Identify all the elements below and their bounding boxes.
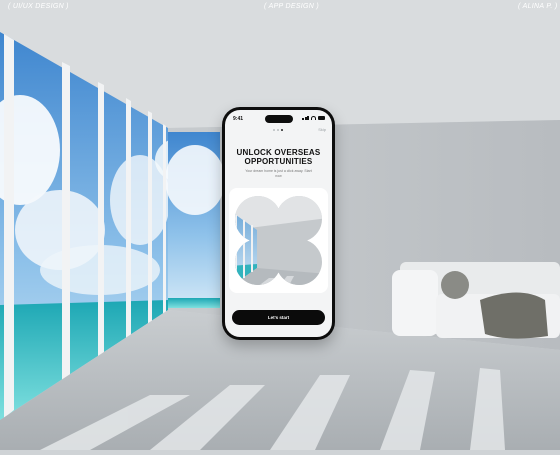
- dynamic-island: [265, 115, 293, 123]
- wifi-icon: [311, 116, 316, 120]
- phone-mockup: 9:41 Skip UNLOCK OVERSEAS OPPORTUNITIES …: [222, 107, 335, 340]
- lets-start-button[interactable]: Let's start: [232, 310, 325, 325]
- page-indicator: [273, 129, 283, 131]
- signal-icon: [302, 116, 309, 120]
- page-dot: [273, 129, 275, 131]
- category-label-uiux: ( UI/UX DESIGN ): [8, 3, 69, 10]
- status-time: 9:41: [233, 116, 244, 122]
- author-label: ( ALINA P. ): [518, 3, 558, 10]
- title-line-1: UNLOCK OVERSEAS: [236, 148, 321, 157]
- onboarding-subtitle: Your dream home is just a click away. St…: [245, 169, 312, 178]
- page-dot: [277, 129, 279, 131]
- page-dot-active: [281, 129, 283, 131]
- status-icons: [302, 116, 325, 120]
- skip-button[interactable]: Skip: [318, 127, 326, 132]
- battery-icon: [318, 116, 325, 120]
- title-line-2: OPPORTUNITIES: [244, 157, 313, 166]
- hero-image-card: [229, 188, 328, 293]
- category-label-app-design: ( APP DESIGN ): [264, 3, 320, 10]
- onboarding-title: UNLOCK OVERSEAS OPPORTUNITIES: [225, 148, 332, 166]
- phone-screen: 9:41 Skip UNLOCK OVERSEAS OPPORTUNITIES …: [225, 110, 332, 337]
- hero-image: [235, 196, 322, 285]
